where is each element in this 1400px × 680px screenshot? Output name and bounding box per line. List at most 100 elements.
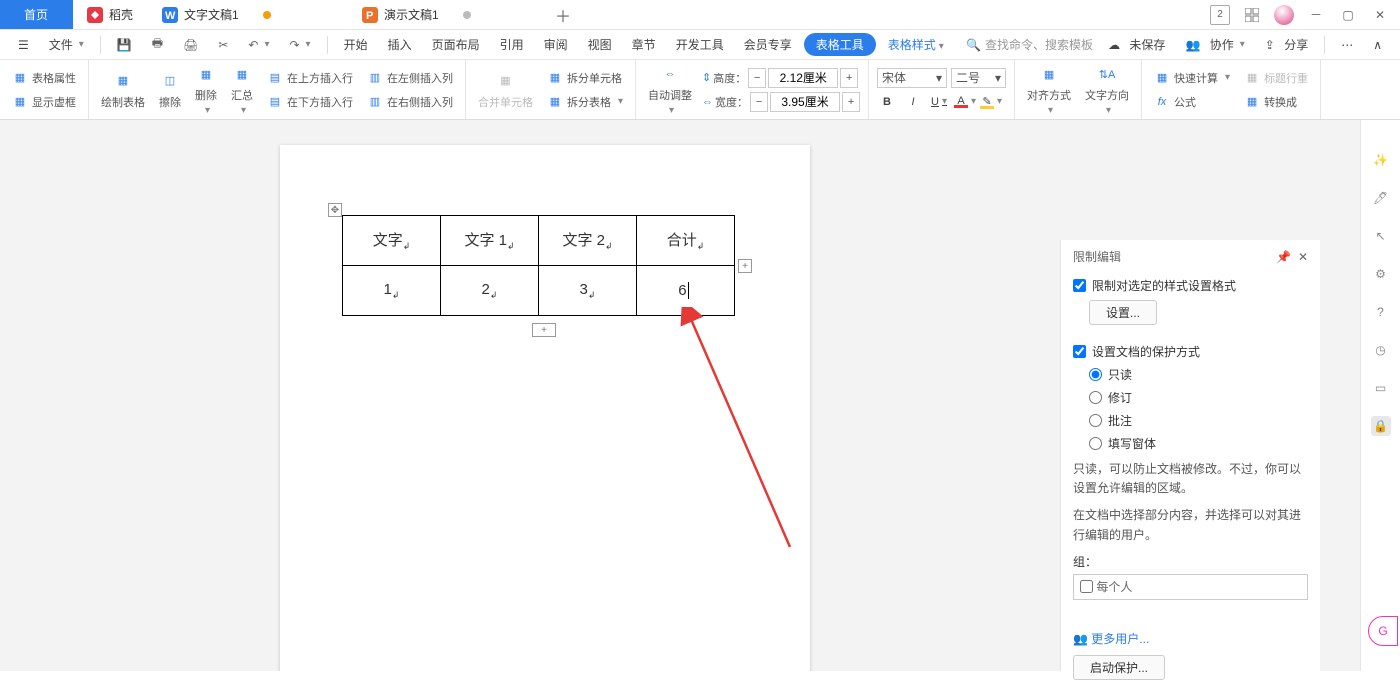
- rail-settings-icon[interactable]: ⚙: [1371, 264, 1391, 284]
- undo-button[interactable]: ↶: [240, 35, 277, 55]
- merge-cells-button[interactable]: ▦合并单元格: [474, 68, 537, 112]
- menu-chapter[interactable]: 章节: [624, 33, 664, 56]
- table-cell[interactable]: 6: [637, 266, 735, 316]
- table-cell[interactable]: 文字↲: [343, 216, 441, 266]
- more-menu-icon[interactable]: ⋯: [1333, 35, 1361, 55]
- insert-below-button[interactable]: ▤在下方插入行: [263, 92, 357, 112]
- convert-button[interactable]: ▦转换成: [1240, 92, 1312, 112]
- delete-button[interactable]: ▦删除: [191, 61, 221, 118]
- radio-track[interactable]: 修订: [1089, 389, 1308, 406]
- rail-lock-icon[interactable]: 🔒: [1371, 416, 1391, 436]
- table-cell[interactable]: 3↲: [539, 266, 637, 316]
- rail-help-icon[interactable]: ?: [1371, 302, 1391, 322]
- minimize-button[interactable]: －: [1306, 5, 1326, 25]
- table-tools-tab[interactable]: 表格工具: [804, 33, 876, 56]
- table-cell[interactable]: 1↲: [343, 266, 441, 316]
- show-grid-button[interactable]: ▦显示虚框: [8, 92, 80, 112]
- print-icon[interactable]: 🖨: [175, 35, 206, 55]
- print-preview-icon[interactable]: 🖶: [144, 31, 171, 58]
- start-protect-button[interactable]: 启动保护...: [1073, 655, 1165, 680]
- save-icon[interactable]: 💾: [109, 35, 140, 55]
- menu-dev[interactable]: 开发工具: [668, 33, 732, 56]
- width-input[interactable]: [770, 92, 840, 112]
- menu-vip[interactable]: 会员专享: [736, 33, 800, 56]
- insert-right-button[interactable]: ▥在右侧插入列: [363, 92, 457, 112]
- cut-icon[interactable]: ✂: [210, 35, 236, 55]
- font-size-select[interactable]: 二号▾: [951, 68, 1006, 88]
- insert-left-button[interactable]: ▥在左侧插入列: [363, 68, 457, 88]
- restrict-format-checkbox[interactable]: 限制对选定的样式设置格式: [1073, 277, 1308, 294]
- align-button[interactable]: ▦对齐方式: [1023, 61, 1075, 118]
- height-dec[interactable]: −: [748, 68, 766, 88]
- pin-icon[interactable]: 📌: [1276, 250, 1291, 264]
- font-color-button[interactable]: A: [955, 92, 975, 112]
- share-button[interactable]: ⇪ 分享: [1257, 33, 1316, 56]
- collapse-ribbon-icon[interactable]: ∧: [1365, 35, 1390, 55]
- quick-calc-button[interactable]: ▦快速计算: [1150, 68, 1234, 88]
- protect-mode-checkbox[interactable]: 设置文档的保护方式: [1073, 343, 1308, 360]
- underline-button[interactable]: U: [929, 92, 949, 112]
- menu-refs[interactable]: 引用: [492, 33, 532, 56]
- add-column-handle[interactable]: +: [738, 259, 752, 273]
- float-assistant-icon[interactable]: G: [1368, 616, 1398, 646]
- rail-pen-icon[interactable]: 🖊: [1371, 188, 1391, 208]
- rail-clock-icon[interactable]: ◷: [1371, 340, 1391, 360]
- table-cell[interactable]: 合计↲: [637, 216, 735, 266]
- autofit-button[interactable]: ⇔自动调整: [644, 61, 696, 118]
- split-table-button[interactable]: ▦拆分表格: [543, 92, 627, 112]
- everyone-box[interactable]: 每个人: [1073, 574, 1308, 600]
- split-cell-button[interactable]: ▦拆分单元格: [543, 68, 627, 88]
- table-move-handle[interactable]: ✥: [328, 203, 342, 217]
- search-box[interactable]: 🔍 查找命令、搜索模板: [966, 36, 1096, 53]
- table-props-button[interactable]: ▦表格属性: [8, 68, 80, 88]
- more-users-link[interactable]: 👥 更多用户...: [1073, 630, 1308, 647]
- close-button[interactable]: ✕: [1370, 5, 1390, 25]
- maximize-button[interactable]: ▢: [1338, 5, 1358, 25]
- tab-add-button[interactable]: ＋: [548, 0, 578, 29]
- rail-book-icon[interactable]: ▭: [1371, 378, 1391, 398]
- table-cell[interactable]: 文字 2↲: [539, 216, 637, 266]
- file-menu[interactable]: 文件: [41, 33, 92, 56]
- grid-icon[interactable]: [1242, 5, 1262, 25]
- summary-button[interactable]: ▦汇总: [227, 61, 257, 118]
- tab-pres1[interactable]: P 演示文稿1: [348, 0, 548, 29]
- table-cell[interactable]: 文字 1↲: [441, 216, 539, 266]
- insert-above-button[interactable]: ▤在上方插入行: [263, 68, 357, 88]
- bold-button[interactable]: B: [877, 92, 897, 112]
- height-inc[interactable]: +: [840, 68, 858, 88]
- radio-form[interactable]: 填写窗体: [1089, 435, 1308, 452]
- menu-insert[interactable]: 插入: [380, 33, 420, 56]
- draw-table-button[interactable]: ▦绘制表格: [97, 68, 149, 112]
- text-direction-button[interactable]: ⇅A文字方向: [1081, 61, 1133, 118]
- add-row-handle[interactable]: +: [532, 323, 556, 337]
- radio-readonly[interactable]: 只读: [1089, 366, 1308, 383]
- highlight-button[interactable]: ✎: [981, 92, 1001, 112]
- unsaved-button[interactable]: ☁ 未保存: [1100, 33, 1173, 56]
- redo-button[interactable]: ↷: [281, 35, 318, 55]
- menu-layout[interactable]: 页面布局: [424, 33, 488, 56]
- title-row-button[interactable]: ▦标题行重: [1240, 68, 1312, 88]
- avatar[interactable]: [1274, 5, 1294, 25]
- notification-badge[interactable]: 2: [1210, 5, 1230, 25]
- settings-button[interactable]: 设置...: [1089, 300, 1157, 325]
- menu-review[interactable]: 审阅: [536, 33, 576, 56]
- rail-magic-icon[interactable]: ✨: [1371, 150, 1391, 170]
- height-input[interactable]: [768, 68, 838, 88]
- italic-button[interactable]: I: [903, 92, 923, 112]
- erase-button[interactable]: ◫擦除: [155, 68, 185, 112]
- document-table[interactable]: 文字↲ 文字 1↲ 文字 2↲ 合计↲ 1↲ 2↲ 3↲ 6: [342, 215, 735, 316]
- font-name-select[interactable]: 宋体▾: [877, 68, 947, 88]
- width-inc[interactable]: +: [842, 92, 860, 112]
- tab-doc1[interactable]: W 文字文稿1: [148, 0, 348, 29]
- formula-button[interactable]: fx公式: [1150, 92, 1234, 112]
- collab-button[interactable]: 👥 协作: [1177, 33, 1252, 56]
- app-menu-icon[interactable]: ☰: [10, 35, 37, 55]
- table-cell[interactable]: 2↲: [441, 266, 539, 316]
- rail-cursor-icon[interactable]: ↖: [1371, 226, 1391, 246]
- table-style-tab[interactable]: 表格样式: [880, 33, 952, 56]
- radio-comment[interactable]: 批注: [1089, 412, 1308, 429]
- tab-docker[interactable]: 稻壳: [73, 0, 148, 29]
- menu-start[interactable]: 开始: [336, 33, 376, 56]
- menu-view[interactable]: 视图: [580, 33, 620, 56]
- panel-close-icon[interactable]: ✕: [1298, 250, 1308, 264]
